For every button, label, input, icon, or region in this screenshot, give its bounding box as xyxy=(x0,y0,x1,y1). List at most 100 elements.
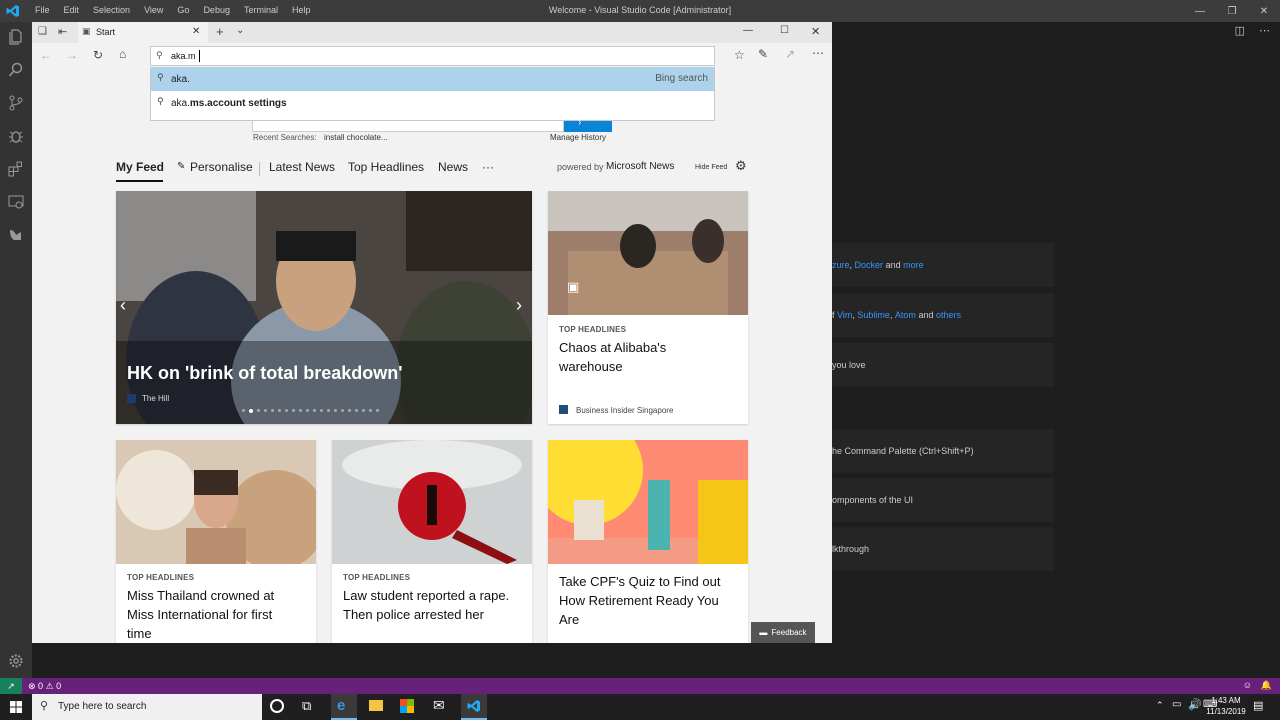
favorites-star-icon[interactable]: ☆ xyxy=(734,48,745,62)
more-link[interactable]: more xyxy=(903,260,924,270)
carousel-next-icon[interactable]: › xyxy=(516,295,522,316)
taskbar-edge[interactable]: e xyxy=(331,694,357,720)
file-explorer-icon[interactable] xyxy=(369,700,383,711)
clock-time[interactable]: 1:43 AM xyxy=(1205,696,1247,705)
page-search-box[interactable] xyxy=(252,121,564,132)
welcome-row-commands[interactable]: he Command Palette (Ctrl+Shift+P) xyxy=(832,429,1054,473)
news-card-miss-thailand[interactable]: TOP HEADLINES Miss Thailand crowned at M… xyxy=(116,440,316,643)
suggestion-text: aka. xyxy=(171,97,190,109)
welcome-row-theme[interactable]: you love xyxy=(832,343,1054,387)
tab-start[interactable]: ▣ Start ✕ xyxy=(78,22,208,43)
card-photo xyxy=(548,191,748,315)
welcome-row-keymaps[interactable]: f Vim, Sublime, Atom and others xyxy=(832,293,1054,337)
chevron-up-icon[interactable]: ⌃ xyxy=(1156,700,1164,711)
carousel-prev-icon[interactable]: ‹ xyxy=(120,295,126,316)
manage-history-link[interactable]: Manage History xyxy=(550,133,606,142)
welcome-row-tools[interactable]: zure, Docker and more xyxy=(832,243,1054,287)
close-icon[interactable]: ✕ xyxy=(1248,0,1280,22)
forward-arrow-icon[interactable]: → xyxy=(66,48,78,62)
arrow-right-icon: › xyxy=(578,117,582,128)
ad-card-cpf-quiz[interactable]: Take CPF's Quiz to Find out How Retireme… xyxy=(548,440,748,643)
docker-icon[interactable] xyxy=(7,226,25,244)
restore-icon[interactable]: ❐ xyxy=(1216,0,1248,22)
debug-icon[interactable] xyxy=(7,127,25,145)
back-arrow-icon[interactable]: ← xyxy=(40,48,52,62)
tab-personalise[interactable]: Personalise xyxy=(190,160,253,174)
chevron-down-icon[interactable]: ⌄ xyxy=(236,25,244,36)
tab-my-feed[interactable]: My Feed xyxy=(116,160,164,174)
tab-more[interactable]: ··· xyxy=(482,160,494,174)
hero-carousel[interactable]: ‹ › HK on 'brink of total breakdown' The… xyxy=(116,191,532,424)
taskbar-vscode[interactable] xyxy=(461,694,487,720)
docker-link[interactable]: Docker xyxy=(855,260,884,270)
card-headline: Miss Thailand crowned at Miss Internatio… xyxy=(127,588,275,641)
hero-headline[interactable]: HK on 'brink of total breakdown' xyxy=(127,363,403,384)
minimize-icon[interactable]: ― xyxy=(1184,0,1216,22)
sublime-link[interactable]: Sublime xyxy=(857,310,890,320)
tab-news[interactable]: News xyxy=(438,160,468,174)
atom-link[interactable]: Atom xyxy=(895,310,916,320)
store-icon[interactable] xyxy=(400,699,414,713)
edge-browser-window: ❑ ⇤ ▣ Start ✕ + ⌄ ― ☐ ✕ ← → ↻ ⌂ ☆ ✎ ↗ ⋯ … xyxy=(32,22,832,643)
taskbar-search-box[interactable]: ⚲ Type here to search xyxy=(32,694,262,720)
news-card-alibaba[interactable]: ▣ TOP HEADLINES Chaos at Alibaba's wareh… xyxy=(548,191,748,424)
clock-date[interactable]: 11/13/2019 xyxy=(1201,707,1251,716)
task-view-icon[interactable]: ⧉ xyxy=(302,698,311,714)
minimize-icon[interactable]: ― xyxy=(743,25,753,36)
tab-preview-icon[interactable]: ❑ xyxy=(38,26,47,37)
vim-link[interactable]: Vim xyxy=(837,310,852,320)
share-icon[interactable]: ↗ xyxy=(785,47,795,61)
card-headline: Law student reported a rape. Then police… xyxy=(343,588,510,622)
tab-aside-icon[interactable]: ⇤ xyxy=(58,25,67,38)
action-center-icon[interactable]: ▤ xyxy=(1253,699,1263,712)
page-search-button[interactable]: › xyxy=(564,117,612,132)
more-actions-icon[interactable]: ⋯ xyxy=(1259,24,1270,37)
feedback-button[interactable]: ▬ Feedback xyxy=(751,622,815,643)
welcome-row-overview[interactable]: omponents of the UI xyxy=(832,478,1054,522)
volume-icon[interactable]: 🔊 xyxy=(1188,698,1202,711)
search-icon: ⚲ xyxy=(40,700,49,712)
refresh-icon[interactable]: ↻ xyxy=(93,48,103,62)
settings-gear-icon[interactable] xyxy=(7,652,25,670)
address-bar[interactable]: ⚲ aka.m xyxy=(150,46,715,66)
start-page: › Recent Searches: install chocolate... … xyxy=(32,117,832,643)
hero-photo xyxy=(116,191,532,424)
home-icon[interactable]: ⌂ xyxy=(119,47,126,61)
recent-search-item[interactable]: install chocolate... xyxy=(324,133,388,142)
news-card-law-student[interactable]: TOP HEADLINES Law student reported a rap… xyxy=(332,440,532,643)
problems-indicator[interactable]: ⊗ 0 ⚠ 0 xyxy=(28,681,61,692)
settings-gear-icon[interactable]: ⚙ xyxy=(735,158,747,174)
explorer-icon[interactable] xyxy=(7,28,25,46)
web-note-icon[interactable]: ✎ xyxy=(758,47,768,61)
new-tab-icon[interactable]: + xyxy=(216,24,224,39)
feedback-smiley-icon[interactable]: ☺ xyxy=(1243,680,1252,690)
welcome-text: and xyxy=(885,260,901,270)
tab-top-headlines[interactable]: Top Headlines xyxy=(348,160,424,174)
windows-start-icon[interactable] xyxy=(10,701,22,713)
tab-close-icon[interactable]: ✕ xyxy=(192,26,200,37)
extensions-icon[interactable] xyxy=(7,160,25,178)
search-icon: ⚲ xyxy=(157,96,164,106)
cortana-icon[interactable] xyxy=(270,699,284,713)
maximize-icon[interactable]: ☐ xyxy=(780,25,789,36)
suggestion-item[interactable]: ⚲ aka. Bing search xyxy=(151,67,714,91)
tab-latest-news[interactable]: Latest News xyxy=(269,160,335,174)
split-editor-icon[interactable]: ◫ xyxy=(1235,24,1245,37)
suggestion-item[interactable]: ⚲ aka. ms.account settings xyxy=(151,91,714,115)
notifications-bell-icon[interactable]: 🔔 xyxy=(1261,680,1272,691)
source-control-icon[interactable] xyxy=(7,94,25,112)
feedback-label: Feedback xyxy=(771,628,807,637)
close-icon[interactable]: ✕ xyxy=(811,25,820,38)
mail-icon[interactable]: ✉ xyxy=(433,697,445,714)
hide-feed-link[interactable]: Hide Feed xyxy=(695,164,727,171)
others-link[interactable]: others xyxy=(936,310,961,320)
remote-explorer-icon[interactable] xyxy=(7,193,25,211)
azure-link[interactable]: zure xyxy=(832,260,850,270)
remote-indicator-icon[interactable]: ↗ xyxy=(0,678,22,694)
welcome-row-walkthrough[interactable]: lkthrough xyxy=(832,527,1054,571)
search-icon[interactable] xyxy=(7,61,25,79)
more-menu-icon[interactable]: ⋯ xyxy=(812,46,824,60)
network-icon[interactable]: ▭ xyxy=(1172,699,1181,710)
address-input-value[interactable]: aka.m xyxy=(171,51,196,61)
card-category: TOP HEADLINES xyxy=(559,325,627,334)
